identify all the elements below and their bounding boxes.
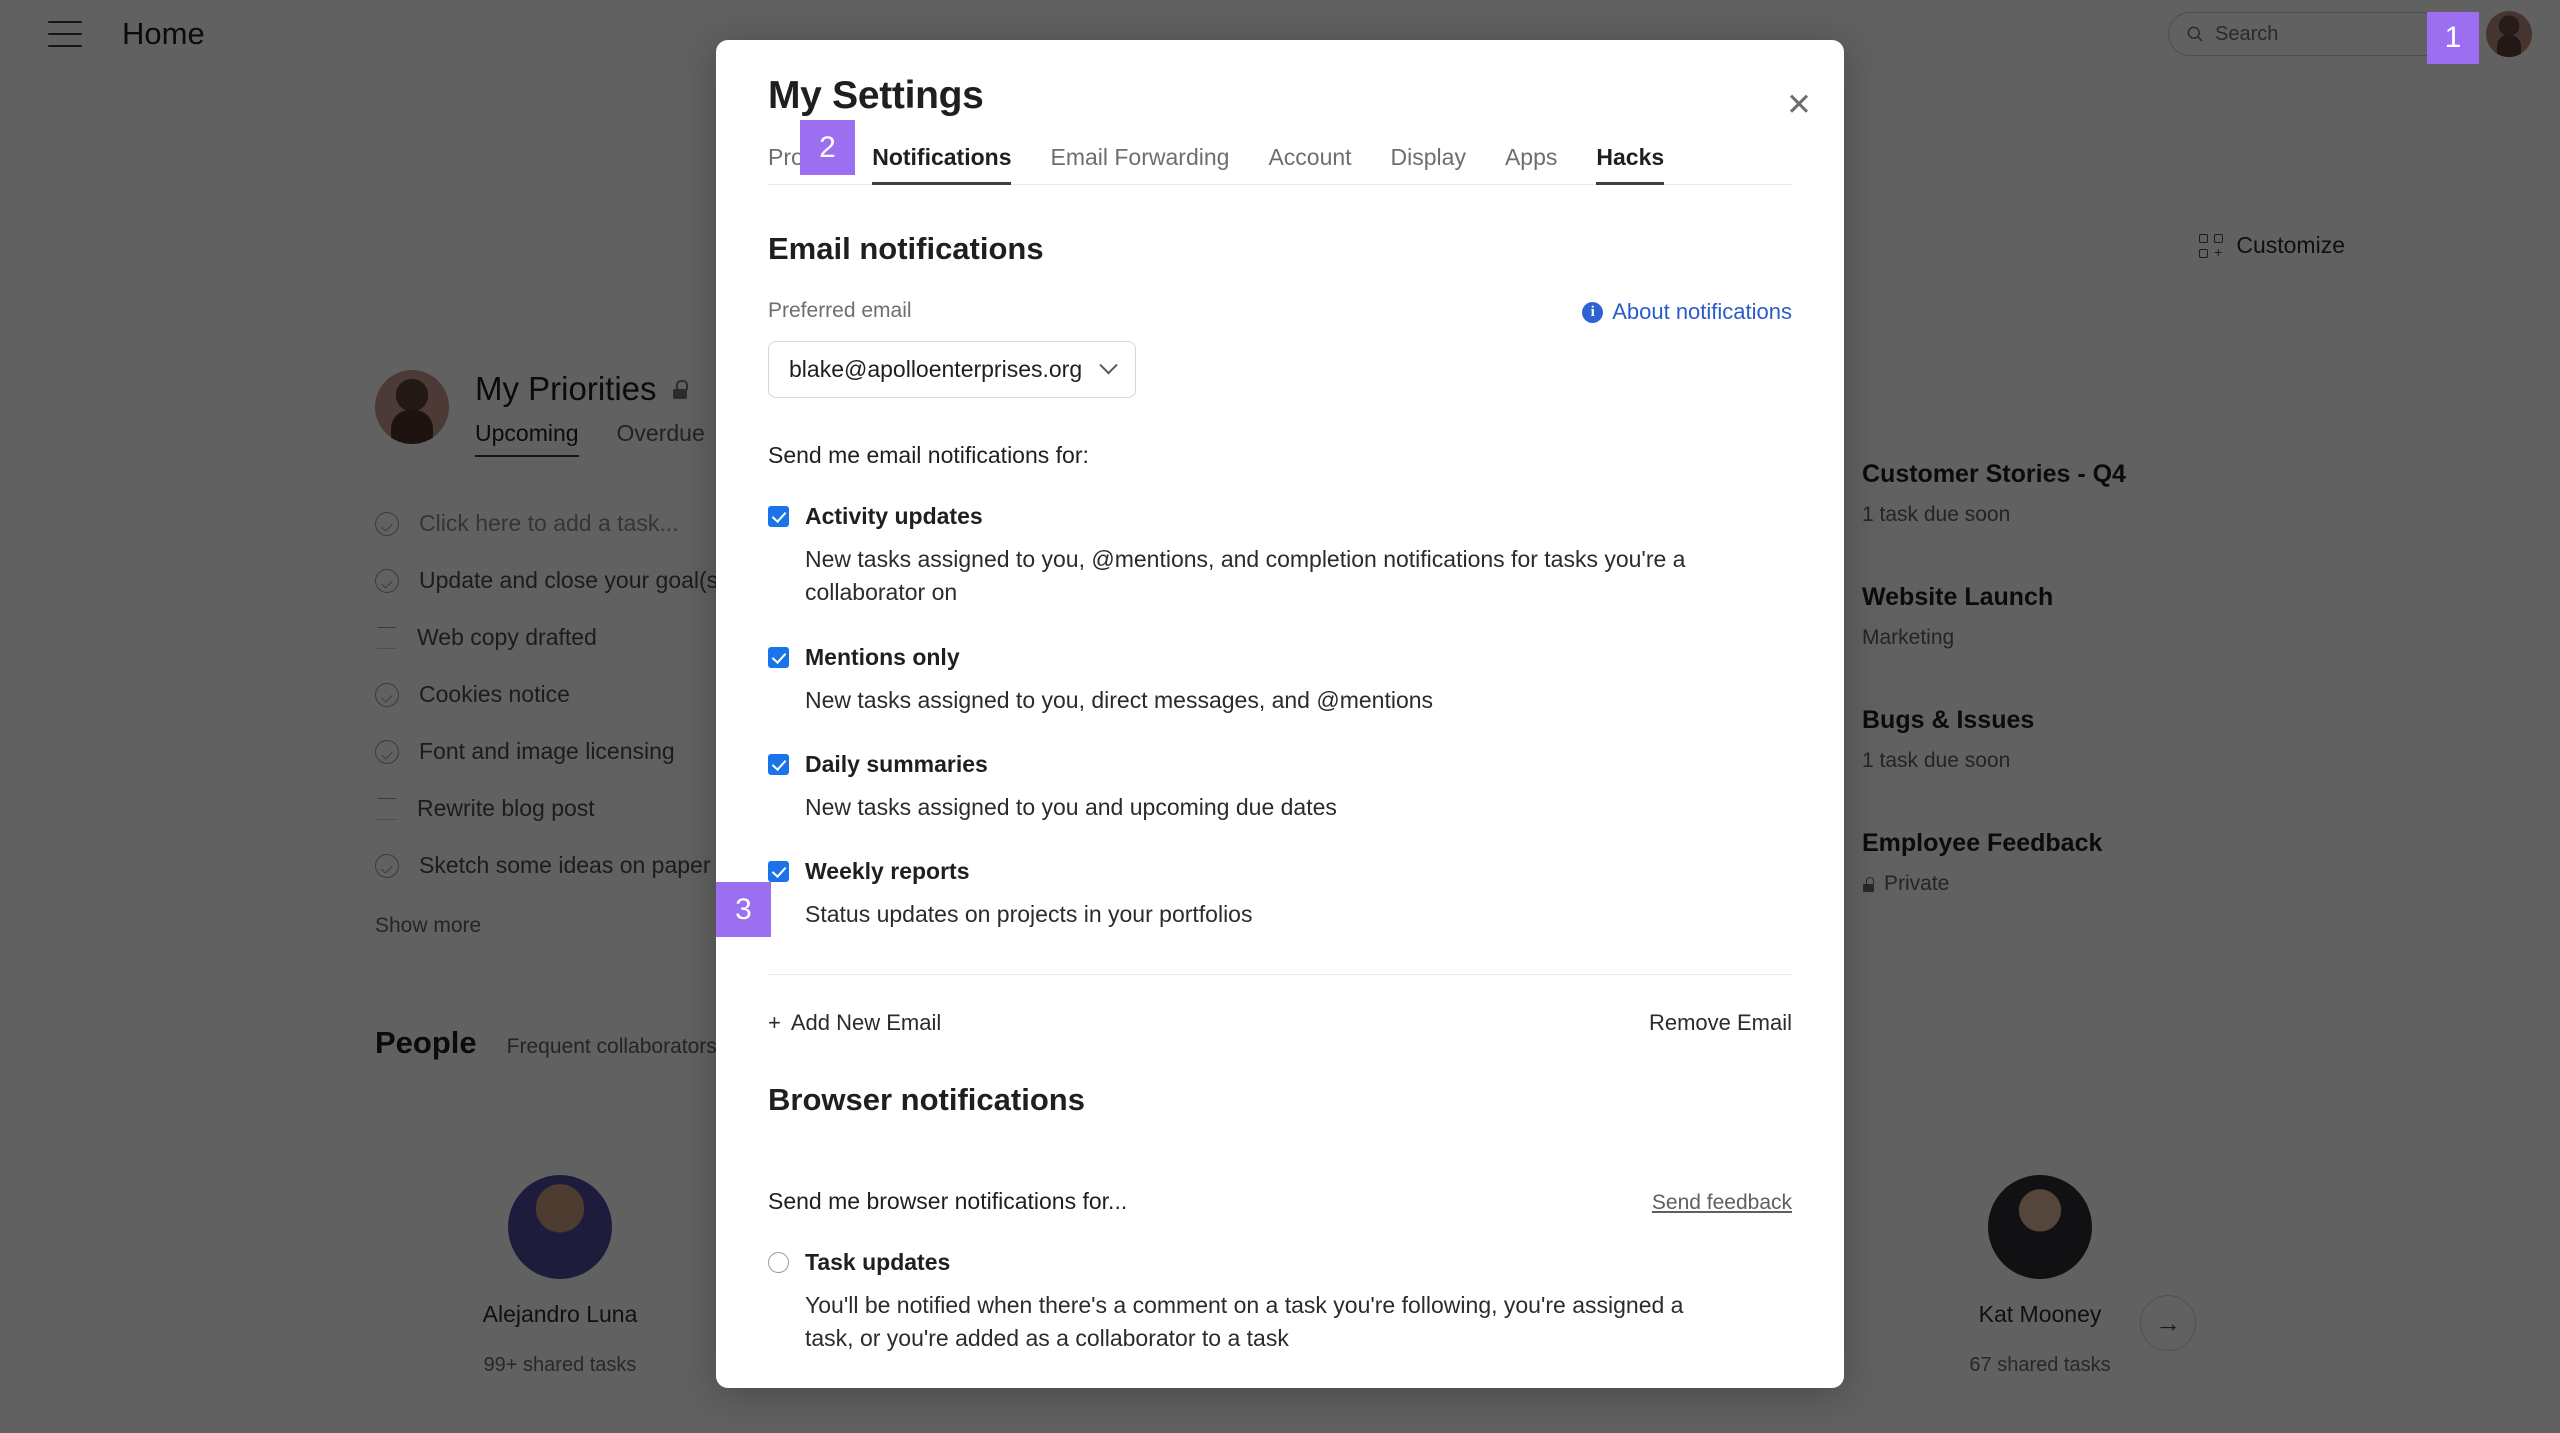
- tab-display[interactable]: Display: [1391, 144, 1466, 184]
- radio-task-updates[interactable]: [768, 1251, 789, 1273]
- email-option-activity-updates: Activity updates New tasks assigned to y…: [768, 503, 1792, 610]
- option-description: New tasks assigned to you and upcoming d…: [805, 794, 1337, 821]
- about-notifications-link[interactable]: i About notifications: [1582, 299, 1792, 325]
- option-description: New tasks assigned to you, direct messag…: [805, 686, 1434, 713]
- add-new-email-button[interactable]: + Add New Email: [768, 1010, 941, 1036]
- send-browser-notifications-label: Send me browser notifications for...: [768, 1187, 1128, 1214]
- option-description: Status updates on projects in your portf…: [805, 901, 1253, 928]
- checkbox-activity-updates[interactable]: [768, 506, 789, 527]
- my-settings-dialog: ✕ My Settings Profile Notifications Emai…: [716, 40, 1844, 1388]
- tab-hacks[interactable]: Hacks: [1596, 144, 1664, 185]
- plus-icon: +: [768, 1009, 781, 1035]
- browser-notifications-heading: Browser notifications: [768, 1081, 1085, 1117]
- checkbox-daily-summaries[interactable]: [768, 754, 789, 776]
- send-feedback-link[interactable]: Send feedback: [1652, 1191, 1792, 1215]
- email-option-weekly-reports: Weekly reports Status updates on project…: [768, 858, 1792, 931]
- checkbox-weekly-reports[interactable]: [768, 861, 789, 883]
- email-option-mentions-only: Mentions only New tasks assigned to you,…: [768, 644, 1792, 717]
- option-title: Task updates: [805, 1248, 951, 1275]
- option-title: Activity updates: [805, 503, 983, 529]
- email-option-daily-summaries: Daily summaries New tasks assigned to yo…: [768, 751, 1792, 824]
- annotation-badge-3: 3: [716, 882, 771, 937]
- send-email-notifications-label: Send me email notifications for:: [768, 442, 1089, 468]
- tab-notifications[interactable]: Notifications: [872, 144, 1012, 185]
- dialog-title: My Settings: [768, 74, 984, 117]
- tab-account[interactable]: Account: [1268, 144, 1351, 184]
- tab-email-forwarding[interactable]: Email Forwarding: [1050, 144, 1229, 184]
- preferred-email-row: Preferred email i About notifications: [768, 299, 1792, 325]
- tab-apps[interactable]: Apps: [1505, 144, 1557, 184]
- option-title: Mentions only: [805, 643, 960, 670]
- remove-email-button[interactable]: Remove Email: [1649, 1010, 1792, 1036]
- add-new-email-label: Add New Email: [790, 1009, 942, 1035]
- annotation-badge-2: 2: [800, 120, 855, 175]
- preferred-email-select[interactable]: blake@apolloenterprises.org: [768, 341, 1137, 398]
- checkbox-mentions-only[interactable]: [768, 646, 789, 668]
- browser-send-row: Send me browser notifications for... Sen…: [768, 1166, 1792, 1215]
- section-divider: [768, 973, 1792, 975]
- settings-tabs: Profile Notifications Email Forwarding A…: [768, 144, 1792, 185]
- annotation-badge-1: 1: [2427, 12, 2479, 64]
- browser-option-task-updates: Task updates You'll be notified when the…: [768, 1249, 1792, 1356]
- info-icon: i: [1582, 301, 1604, 323]
- option-title: Daily summaries: [805, 751, 988, 778]
- email-notifications-heading: Email notifications: [768, 231, 1044, 266]
- email-actions-row: + Add New Email Remove Email: [768, 1010, 1792, 1036]
- preferred-email-label: Preferred email: [768, 299, 912, 322]
- about-notifications-label: About notifications: [1612, 299, 1792, 324]
- chevron-down-icon: [1099, 356, 1118, 375]
- option-description: New tasks assigned to you, @mentions, an…: [805, 546, 1686, 606]
- preferred-email-value: blake@apolloenterprises.org: [789, 356, 1083, 382]
- option-description: You'll be notified when there's a commen…: [805, 1291, 1684, 1352]
- option-title: Weekly reports: [805, 858, 970, 885]
- close-icon[interactable]: ✕: [1776, 82, 1822, 128]
